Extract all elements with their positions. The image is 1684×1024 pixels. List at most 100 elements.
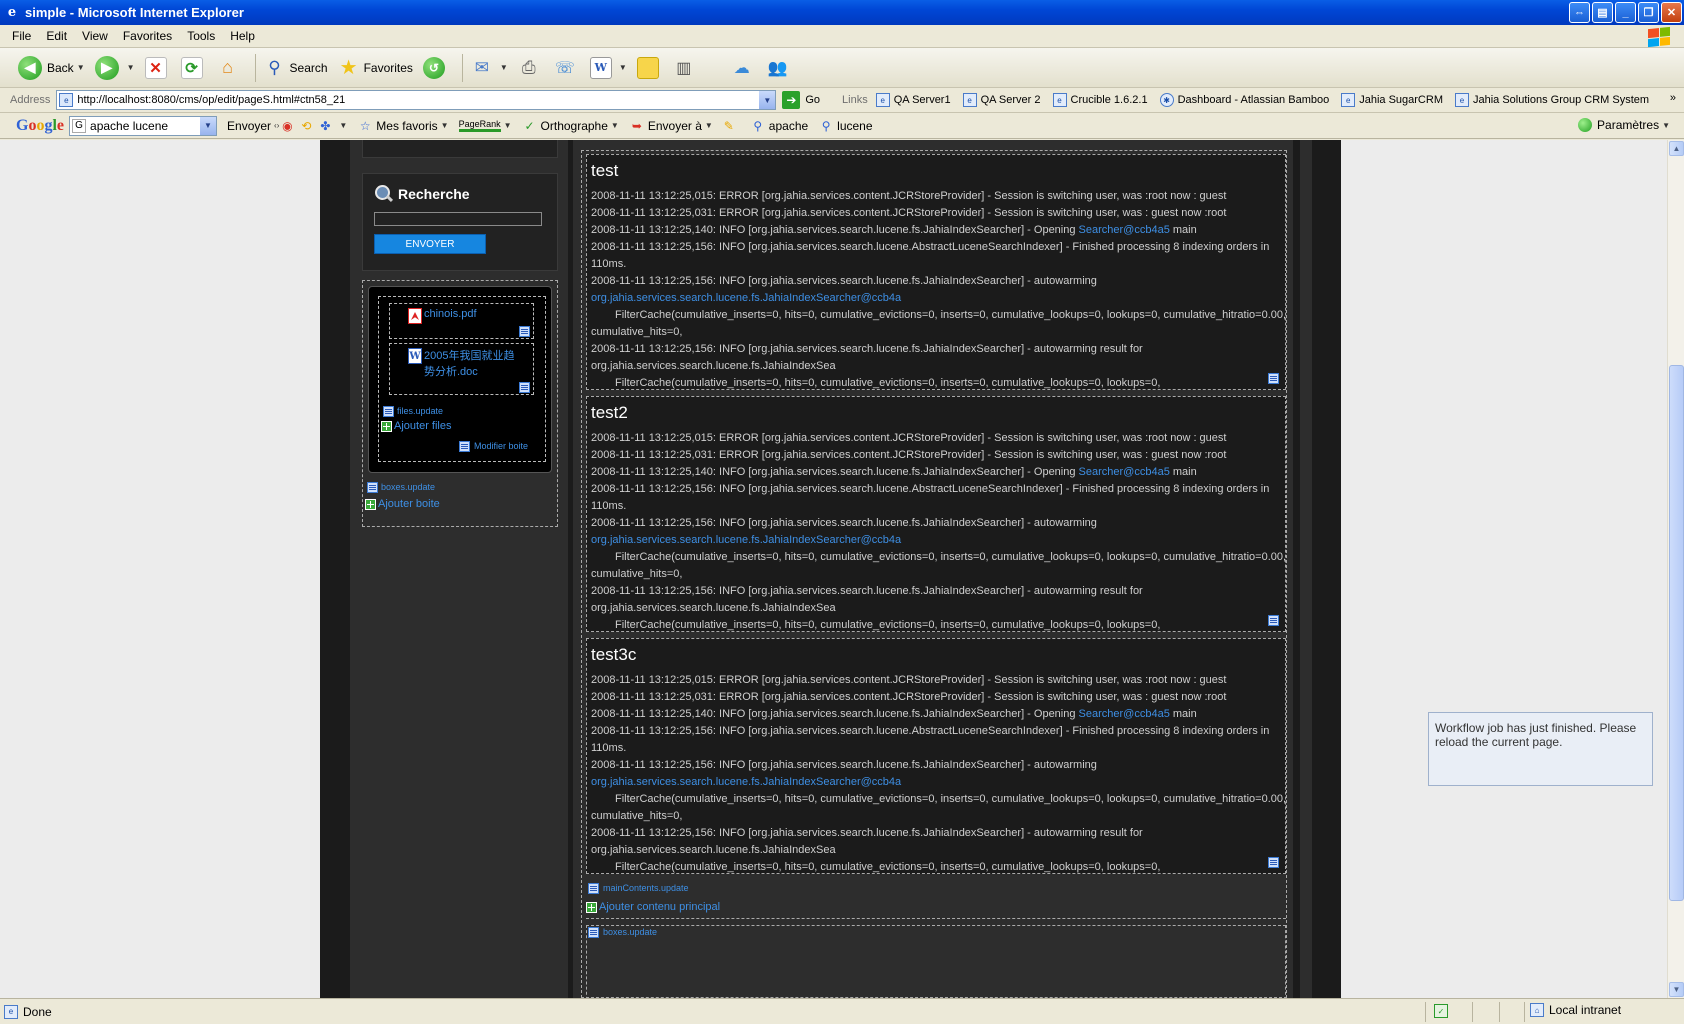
add-box-link[interactable]: Ajouter boite <box>378 498 440 510</box>
google-favorites-button[interactable]: ☆ Mes favoris ▼ <box>357 118 449 134</box>
forward-dropdown-icon[interactable]: ▼ <box>127 63 135 72</box>
address-field[interactable]: e http://localhost:8080/cms/op/edit/page… <box>56 90 777 110</box>
autofill-icon[interactable]: ⟲ <box>298 118 314 134</box>
file-item-doc[interactable]: W 2005年我国就业趋 势分析.doc <box>389 343 534 395</box>
restore-button[interactable]: ❐ <box>1638 2 1659 23</box>
settings-dropdown-icon[interactable]: ▼ <box>1662 121 1670 130</box>
boxes-update-link[interactable]: boxes.update <box>603 927 657 937</box>
puzzle-icon[interactable]: ✤ <box>317 118 333 134</box>
searcher-link[interactable]: Searcher@ccb4a5 <box>1079 708 1170 720</box>
add-files-icon[interactable] <box>381 421 392 432</box>
modify-box-icon[interactable] <box>459 441 470 452</box>
close-button[interactable]: ✕ <box>1661 2 1682 23</box>
switch-view-icon[interactable]: ⇔ <box>1569 2 1590 23</box>
menu-favorites[interactable]: Favorites <box>123 29 172 43</box>
users-button[interactable]: 👥 <box>767 57 793 79</box>
file-name[interactable]: 2005年我国就业趋 势分析.doc <box>424 348 514 380</box>
search-button[interactable]: ⚲ Search <box>264 57 327 79</box>
settings-button[interactable]: Paramètres ▼ <box>1578 118 1670 132</box>
menu-view[interactable]: View <box>82 29 108 43</box>
notes-button[interactable] <box>636 56 663 79</box>
favorites-dropdown-icon[interactable]: ▼ <box>441 121 449 130</box>
edit-icon[interactable] <box>1268 857 1279 868</box>
google-logo[interactable]: Google <box>16 117 64 135</box>
spellcheck-button[interactable]: ✓ Orthographe ▼ <box>522 118 619 134</box>
address-url[interactable]: http://localhost:8080/cms/op/edit/pageS.… <box>77 94 759 106</box>
searcher-link[interactable]: Searcher@ccb4a5 <box>1079 224 1170 236</box>
popup-blocker-icon[interactable]: ◉ <box>279 118 295 134</box>
go-button[interactable]: ➔ Go <box>782 91 820 109</box>
workflow-notification[interactable]: Workflow job has just finished. Please r… <box>1428 712 1653 786</box>
add-main-content-icon[interactable] <box>586 902 597 913</box>
index-searcher-link[interactable]: org.jahia.services.search.lucene.fs.Jahi… <box>591 776 901 788</box>
pagerank-dropdown-icon[interactable]: ▼ <box>504 121 512 130</box>
search-term-apache[interactable]: ⚲ apache <box>750 118 808 134</box>
main-contents-update-link[interactable]: mainContents.update <box>603 883 689 893</box>
address-dropdown-icon[interactable]: ▼ <box>759 91 776 109</box>
mail-button[interactable]: ✉ ▼ <box>471 57 508 79</box>
link-qa-server2[interactable]: e QA Server 2 <box>962 93 1041 107</box>
menu-edit[interactable]: Edit <box>46 29 67 43</box>
edit-icon[interactable] <box>519 326 530 337</box>
index-searcher-link[interactable]: org.jahia.services.search.lucene.fs.Jahi… <box>591 292 901 304</box>
add-box-icon[interactable] <box>365 499 376 510</box>
highlight-icon[interactable]: ✎ <box>721 118 737 134</box>
site-search-input[interactable] <box>374 212 542 226</box>
mail-dropdown-icon[interactable]: ▼ <box>500 63 508 72</box>
back-dropdown-icon[interactable]: ▼ <box>77 63 85 72</box>
messenger-button[interactable]: ☏ <box>554 57 580 79</box>
forward-button[interactable]: ▶ ▼ <box>94 55 135 80</box>
links-chevron-icon[interactable]: » <box>1670 92 1676 104</box>
network-button[interactable]: ☁ <box>731 57 757 79</box>
menu-help[interactable]: Help <box>230 29 255 43</box>
home-button[interactable]: ⌂ <box>217 57 243 79</box>
index-searcher-link[interactable]: org.jahia.services.search.lucene.fs.Jahi… <box>591 534 901 546</box>
link-bamboo-dashboard[interactable]: ✱ Dashboard - Atlassian Bamboo <box>1159 93 1329 107</box>
send-to-button[interactable]: ➥ Envoyer à ▼ <box>629 118 713 134</box>
add-files-link[interactable]: Ajouter files <box>394 420 451 432</box>
boxes-update-link[interactable]: boxes.update <box>381 482 435 492</box>
edit-icon[interactable] <box>1268 615 1279 626</box>
pagerank-indicator[interactable]: PageRank ▼ <box>458 119 512 132</box>
send-to-dropdown-icon[interactable]: ▼ <box>705 121 713 130</box>
gadgets-dropdown-icon[interactable]: ▼ <box>339 121 347 130</box>
files-update-icon[interactable] <box>383 406 394 417</box>
file-name[interactable]: chinois.pdf <box>424 308 477 320</box>
spellcheck-dropdown-icon[interactable]: ▼ <box>611 121 619 130</box>
edit-word-button[interactable]: W ▼ <box>589 56 627 79</box>
stop-button[interactable]: ✕ <box>144 56 171 79</box>
link-jahia-sugarcrm[interactable]: e Jahia SugarCRM <box>1341 93 1443 107</box>
add-main-content-link[interactable]: Ajouter contenu principal <box>599 901 720 913</box>
scroll-thumb[interactable] <box>1669 365 1684 901</box>
menu-tools[interactable]: Tools <box>187 29 215 43</box>
modify-box-link[interactable]: Modifier boite <box>474 441 528 451</box>
google-query[interactable]: apache lucene <box>90 119 200 133</box>
google-search-field[interactable]: G apache lucene ▼ <box>69 115 218 136</box>
edit-dropdown-icon[interactable]: ▼ <box>619 63 627 72</box>
research-button[interactable]: ▥ <box>673 57 699 79</box>
scroll-down-icon[interactable]: ▼ <box>1669 982 1684 997</box>
link-qa-server1[interactable]: e QA Server1 <box>875 93 951 107</box>
link-crucible[interactable]: e Crucible 1.6.2.1 <box>1052 93 1148 107</box>
main-contents-update-icon[interactable] <box>588 883 599 894</box>
search-term-lucene[interactable]: ⚲ lucene <box>818 118 873 134</box>
menu-file[interactable]: File <box>12 29 31 43</box>
send-button[interactable]: ENVOYER <box>374 234 486 254</box>
boxes-update-icon[interactable] <box>588 927 599 938</box>
link-jahia-crm[interactable]: e Jahia Solutions Group CRM System <box>1454 93 1649 107</box>
searcher-link[interactable]: Searcher@ccb4a5 <box>1079 466 1170 478</box>
edit-icon[interactable] <box>519 382 530 393</box>
file-item-pdf[interactable]: chinois.pdf <box>389 303 534 339</box>
google-query-dropdown-icon[interactable]: ▼ <box>200 116 217 135</box>
vertical-scrollbar[interactable]: ▲ ▼ <box>1667 140 1684 998</box>
refresh-button[interactable]: ⟳ <box>180 56 207 79</box>
print-button[interactable]: ⎙ <box>518 57 544 79</box>
history-button[interactable]: ↺ <box>422 56 450 79</box>
minimize-button[interactable]: _ <box>1615 2 1636 23</box>
files-update-link[interactable]: files.update <box>397 406 443 416</box>
edit-icon[interactable] <box>1268 373 1279 384</box>
google-envoyer-button[interactable]: Envoyer ‹› <box>227 119 279 133</box>
window-list-icon[interactable]: ▤ <box>1592 2 1613 23</box>
scroll-up-icon[interactable]: ▲ <box>1669 141 1684 156</box>
favorites-button[interactable]: ★ Favorites <box>338 57 413 79</box>
